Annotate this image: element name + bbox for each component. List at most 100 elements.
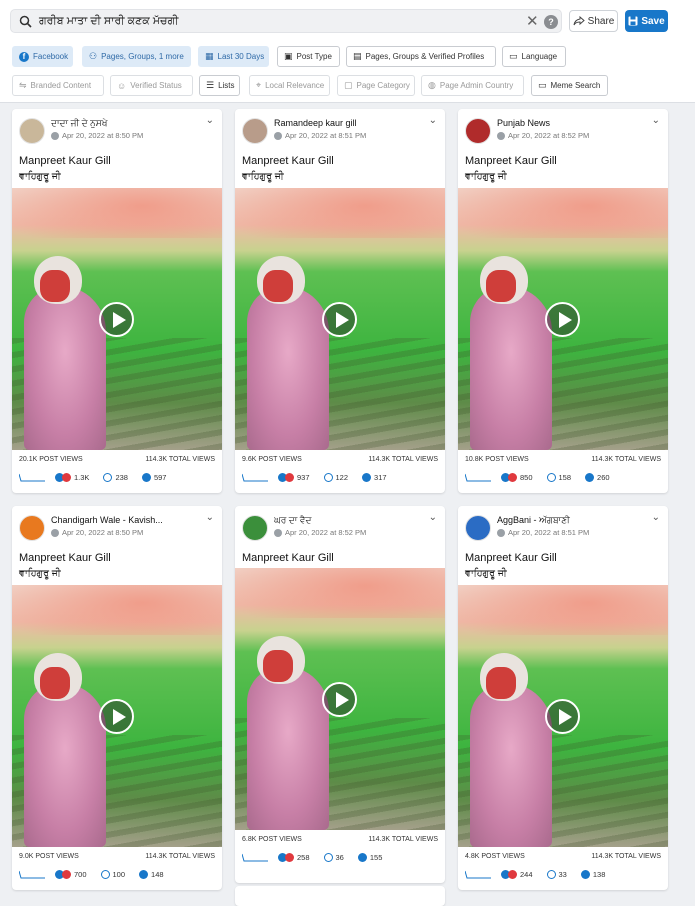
filter-chip-label: Page Category [356,81,410,90]
comment-count: 122 [335,473,349,482]
post-date: Apr 20, 2022 at 8:51 PM [285,131,367,140]
help-icon[interactable]: ? [544,15,558,29]
clear-icon[interactable]: ✕ [526,12,539,30]
comment-icon [546,473,556,482]
reaction-count: 850 [520,473,533,482]
person-figure [24,286,106,450]
post-card[interactable]: Chandigarh Wale - Kavish... Apr 20, 2022… [12,506,222,890]
filter-chip-verified-status[interactable]: ☺ Verified Status [110,75,193,96]
share-count-icon [580,870,590,879]
play-icon[interactable] [99,699,134,734]
avatar[interactable] [242,515,268,541]
filter-chip-label: Page Admin Country [439,81,514,90]
page-name[interactable]: ਘਰ ਦਾ ਵੈਦ [274,515,414,526]
share-button[interactable]: Share [569,10,618,32]
chevron-down-icon[interactable]: ⌄ [652,512,660,523]
filter-chip-label: Lists [218,81,235,90]
video-thumbnail[interactable] [458,188,668,450]
post-header: Ramandeep kaur gill Apr 20, 2022 at 8:51… [235,109,445,153]
person-face [486,270,516,302]
filter-chip-label: Facebook [33,52,69,61]
filter-chip-page-admin-country[interactable]: ◍ Page Admin Country [421,75,524,96]
filter-chip-branded-content[interactable]: ⇋ Branded Content [12,75,104,96]
post-card[interactable]: Ramandeep kaur gill Apr 20, 2022 at 8:51… [235,109,445,493]
chevron-down-icon[interactable]: ⌄ [206,512,214,523]
comment-count: 238 [115,473,128,482]
filter-chip-pages-groups-verified-profiles[interactable]: ▤ Pages, Groups & Verified Profiles [346,46,496,67]
share-count: 155 [369,853,383,862]
filter-chip-meme-search[interactable]: ▭ Meme Search [531,75,608,96]
avatar[interactable] [19,515,45,541]
post-card[interactable]: AggBani - ਅੱਗਬਾਣੀ Apr 20, 2022 at 8:51 P… [458,506,668,890]
page-name[interactable]: AggBani - ਅੱਗਬਾਣੀ [497,515,637,526]
post-card-partial[interactable] [235,886,445,906]
post-card[interactable]: ਘਰ ਦਾ ਵੈਦ Apr 20, 2022 at 8:52 PM ⌄ Manp… [235,506,445,883]
filter-chip-label: Language [521,52,558,61]
play-icon[interactable] [545,699,580,734]
location-pin-icon: ⌖ [256,80,262,90]
video-thumbnail[interactable] [12,585,222,847]
search-header: ਗਰੀਬ ਮਾਤਾ ਦੀ ਸਾਰੀ ਕਣਕ ਮੱਚਗੀ ✕ ? Share Sa… [0,0,695,103]
filter-chip-language[interactable]: ▭ Language [502,46,566,67]
video-thumbnail[interactable] [235,188,445,450]
filter-chip-post-type[interactable]: ▣ Post Type [277,46,340,67]
post-date: Apr 20, 2022 at 8:52 PM [508,131,590,140]
post-header: AggBani - ਅੱਗਬਾਣੀ Apr 20, 2022 at 8:51 P… [458,506,668,550]
filter-chip-local-relevance[interactable]: ⌖ Local Relevance [249,75,330,96]
filter-chip-facebook[interactable]: f Facebook [12,46,73,67]
post-message: ਵਾਹਿਗੁਰੂ ਜੀ [19,568,61,579]
sparkline-icon [465,473,491,482]
avatar[interactable] [465,515,491,541]
post-card[interactable]: Punjab News Apr 20, 2022 at 8:52 PM ⌄ Ma… [458,109,668,493]
play-icon[interactable] [322,302,357,337]
post-header: Punjab News Apr 20, 2022 at 8:52 PM ⌄ [458,109,668,153]
post-views: 20.1K POST VIEWS [19,456,83,463]
share-count-icon [357,853,367,862]
chevron-down-icon[interactable]: ⌄ [429,512,437,523]
video-thumbnail[interactable] [12,188,222,450]
page-name[interactable]: Chandigarh Wale - Kavish... [51,515,191,525]
filter-chip-pages-groups-1-more[interactable]: ⚇ Pages, Groups, 1 more [82,46,191,67]
post-card[interactable]: ਦਾਦਾ ਜੀ ਦੇ ਨੁਸਖੇ Apr 20, 2022 at 8:50 PM… [12,109,222,493]
post-message: ਵਾਹਿਗੁਰੂ ਜੀ [465,568,507,579]
video-thumbnail[interactable] [458,585,668,847]
video-thumbnail[interactable] [235,568,445,830]
page-name[interactable]: Punjab News [497,118,637,128]
category-icon: ▢ [344,80,353,90]
speech-bubble-icon: ▭ [538,80,547,90]
chevron-down-icon[interactable]: ⌄ [429,115,437,126]
handshake-icon: ⇋ [19,80,27,90]
play-icon[interactable] [545,302,580,337]
chevron-down-icon[interactable]: ⌄ [206,115,214,126]
person-face [263,650,293,682]
person-face [486,667,516,699]
person-figure [247,666,329,830]
smoke-layer [235,188,445,238]
avatar[interactable] [242,118,268,144]
love-reaction-icon [62,870,71,879]
chevron-down-icon[interactable]: ⌄ [652,115,660,126]
love-reaction-icon [508,870,517,879]
avatar[interactable] [465,118,491,144]
page-name[interactable]: Ramandeep kaur gill [274,118,414,128]
play-icon[interactable] [322,682,357,717]
globe-icon [51,528,59,537]
avatar[interactable] [19,118,45,144]
comment-count: 33 [558,870,567,879]
search-input[interactable]: ਗਰੀਬ ਮਾਤਾ ਦੀ ਸਾਰੀ ਕਣਕ ਮੱਚਗੀ ✕ ? [10,9,562,33]
filter-chip-page-category[interactable]: ▢ Page Category [337,75,415,96]
page-name[interactable]: ਦਾਦਾ ਜੀ ਦੇ ਨੁਸਖੇ [51,118,191,129]
save-button[interactable]: Save [625,10,668,32]
post-message: ਵਾਹਿਗੁਰੂ ਜੀ [465,171,507,182]
share-count: 138 [592,870,606,879]
globe-icon [497,131,505,140]
filter-chip-lists[interactable]: ☰ Lists [199,75,240,96]
person-face [40,667,70,699]
engagement-row: 244 33 138 [501,870,605,879]
person-figure [24,683,106,847]
filter-chip-last-30-days[interactable]: ▦ Last 30 Days [198,46,269,67]
list-icon: ▤ [353,51,362,61]
play-icon[interactable] [99,302,134,337]
globe-icon [51,131,59,140]
share-label: Share [587,15,615,27]
